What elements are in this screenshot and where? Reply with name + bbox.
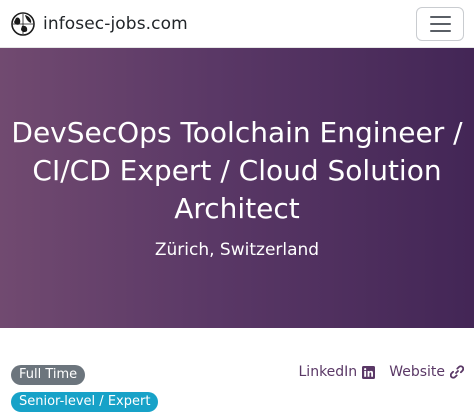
linkedin-icon bbox=[362, 365, 376, 379]
brand-text: infosec-jobs.com bbox=[43, 14, 188, 34]
linkedin-link-label: LinkedIn bbox=[298, 364, 358, 380]
website-link-label: Website bbox=[389, 364, 445, 380]
job-title: DevSecOps Toolchain Engineer / CI/CD Exp… bbox=[11, 116, 463, 225]
job-hero: DevSecOps Toolchain Engineer / CI/CD Exp… bbox=[0, 48, 474, 328]
infosec-logo-icon bbox=[11, 12, 35, 36]
brand-link[interactable]: infosec-jobs.com bbox=[11, 11, 188, 37]
experience-level-badge: Senior-level / Expert bbox=[11, 392, 159, 412]
job-location: Zürich, Switzerland bbox=[154, 240, 320, 260]
company-links: LinkedIn Website bbox=[285, 362, 464, 382]
hamburger-menu-icon-bar-2 bbox=[429, 23, 451, 25]
navbar-toggle-button[interactable] bbox=[416, 7, 464, 41]
website-link[interactable]: Website bbox=[389, 364, 464, 380]
navbar: infosec-jobs.com bbox=[0, 0, 474, 48]
link-icon bbox=[450, 365, 464, 379]
hamburger-menu-icon bbox=[429, 16, 451, 18]
linkedin-link[interactable]: LinkedIn bbox=[299, 364, 376, 380]
employment-type-badge: Full Time bbox=[11, 365, 86, 385]
hamburger-menu-icon-bar-3 bbox=[429, 30, 451, 32]
